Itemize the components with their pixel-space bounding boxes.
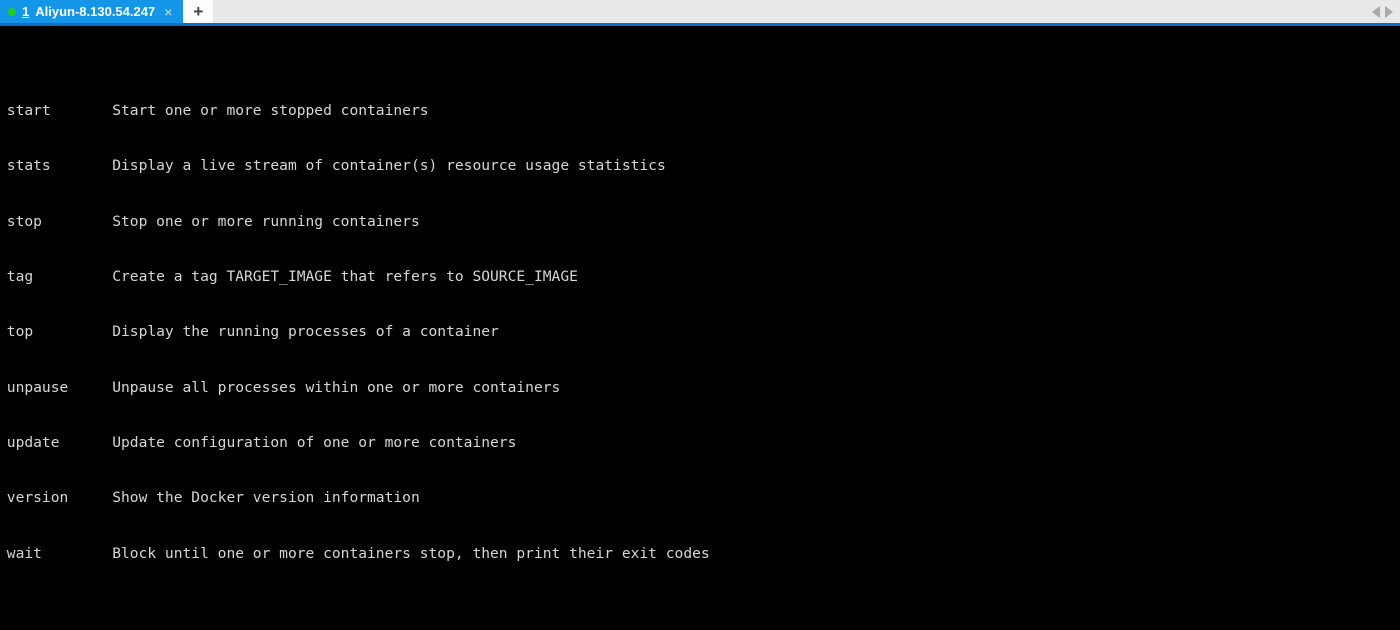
connection-status-dot bbox=[8, 7, 16, 16]
help-command-row: wait Block until one or more containers … bbox=[0, 545, 1400, 563]
help-command-row: update Update configuration of one or mo… bbox=[0, 434, 1400, 452]
help-command-line: version Show the Docker version informat… bbox=[0, 489, 420, 507]
terminal-screen[interactable]: start Start one or more stopped containe… bbox=[0, 26, 1400, 627]
help-command-line: start Start one or more stopped containe… bbox=[0, 101, 429, 119]
terminal-output: start Start one or more stopped containe… bbox=[0, 28, 1400, 627]
help-command-row: unpause Unpause all processes within one… bbox=[0, 379, 1400, 397]
tab-scroll-controls bbox=[1372, 0, 1400, 23]
terminal-tab[interactable]: 1 Aliyun-8.130.54.247 × bbox=[0, 0, 184, 23]
help-command-row: stats Display a live stream of container… bbox=[0, 157, 1400, 175]
help-command-line: tag Create a tag TARGET_IMAGE that refer… bbox=[0, 267, 578, 285]
new-tab-button[interactable]: + bbox=[183, 0, 214, 23]
help-command-line: unpause Unpause all processes within one… bbox=[0, 378, 561, 396]
help-command-row: version Show the Docker version informat… bbox=[0, 489, 1400, 507]
help-command-row: start Start one or more stopped containe… bbox=[0, 102, 1400, 120]
tab-title-label: Aliyun-8.130.54.247 bbox=[35, 4, 156, 19]
chevron-left-icon[interactable] bbox=[1372, 5, 1380, 18]
help-command-row: top Display the running processes of a c… bbox=[0, 323, 1400, 341]
tab-bar-empty-area bbox=[213, 0, 1372, 23]
help-command-line: stats Display a live stream of container… bbox=[0, 157, 666, 175]
chevron-right-icon[interactable] bbox=[1385, 5, 1393, 18]
help-command-line: wait Block until one or more containers … bbox=[0, 544, 710, 562]
help-command-line: update Update configuration of one or mo… bbox=[0, 433, 517, 451]
tab-index-label: 1 bbox=[22, 4, 30, 19]
help-command-row: stop Stop one or more running containers bbox=[0, 213, 1400, 231]
help-command-row: tag Create a tag TARGET_IMAGE that refer… bbox=[0, 268, 1400, 286]
close-icon[interactable]: × bbox=[161, 5, 175, 19]
help-command-line: top Display the running processes of a c… bbox=[0, 323, 499, 341]
help-command-line: stop Stop one or more running containers bbox=[0, 212, 420, 230]
tab-bar: 1 Aliyun-8.130.54.247 × + bbox=[0, 0, 1400, 26]
